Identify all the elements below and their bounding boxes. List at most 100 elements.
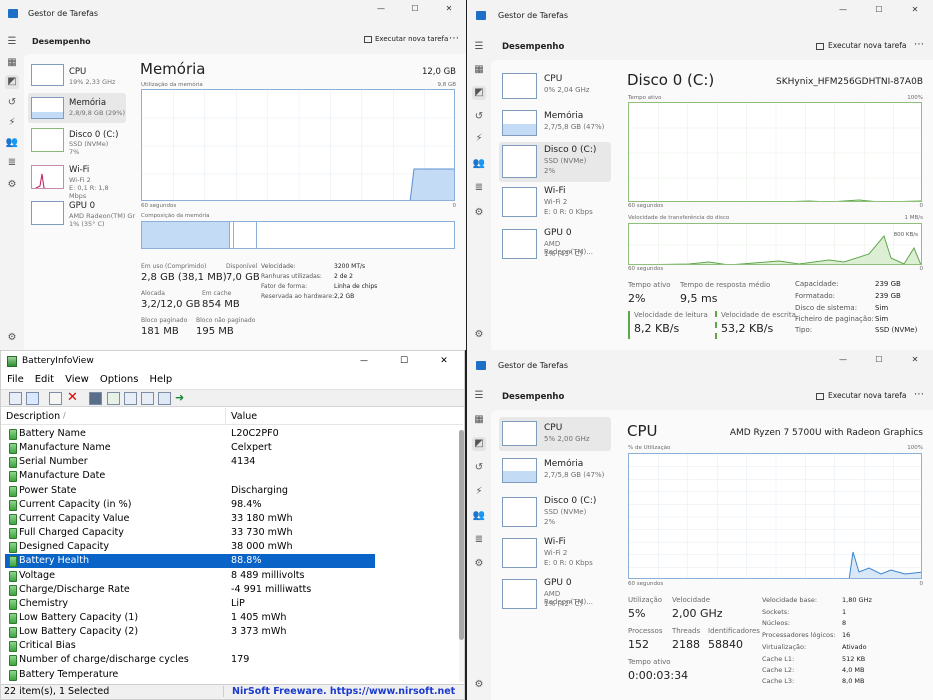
perf-item-label: Memória: [69, 98, 107, 108]
menu-file[interactable]: File: [1, 371, 29, 389]
more-options-button[interactable]: ⋯: [914, 389, 924, 400]
processes-icon[interactable]: ▦: [472, 63, 486, 77]
table-row[interactable]: Battery Temperature: [5, 668, 375, 682]
new-task-button[interactable]: Executar nova tarefa: [816, 391, 907, 400]
details-icon[interactable]: ≣: [472, 181, 486, 195]
close-button[interactable]: ✕: [424, 351, 464, 371]
batteryinfoview-window: BatteryInfoView — ☐ ✕ File Edit View Opt…: [0, 350, 465, 700]
html-report-icon[interactable]: [124, 392, 137, 405]
processes-icon[interactable]: ▦: [472, 413, 486, 427]
perf-item-wifi[interactable]: Wi-Fi Wi-Fi 2 E: 0 R: 0 Kbps: [499, 184, 611, 224]
minimize-button[interactable]: —: [344, 351, 384, 371]
settings-icon[interactable]: ⚙: [472, 328, 486, 342]
more-options-button[interactable]: ⋯: [449, 33, 459, 44]
battery-log-icon[interactable]: [26, 392, 39, 405]
vertical-scrollbar[interactable]: [459, 430, 464, 682]
hamburger-menu-icon[interactable]: ☰: [472, 389, 486, 403]
table-row[interactable]: Voltage 8 489 millivolts: [5, 569, 375, 583]
perf-item-gpu[interactable]: GPU 0 AMD Radeon(TM)... 1% (42° C): [499, 576, 611, 616]
perf-item-disk[interactable]: Disco 0 (C:) SSD (NVMe) 2%: [499, 142, 611, 182]
minimize-button[interactable]: —: [825, 350, 861, 370]
perf-item-memory[interactable]: Memória 2,8/9,8 GB (29%): [28, 93, 126, 123]
perf-item-memory[interactable]: Memória 2,7/5,8 GB (47%): [499, 105, 611, 141]
app-history-icon[interactable]: ↺: [472, 110, 486, 124]
new-task-button[interactable]: Executar nova tarefa: [364, 35, 448, 43]
close-button[interactable]: ✕: [432, 0, 466, 18]
startup-apps-icon[interactable]: ⚡: [472, 485, 486, 499]
perf-item-wifi[interactable]: Wi-Fi Wi-Fi 2 E: 0 R: 0 Kbps: [499, 535, 611, 575]
perf-item-gpu[interactable]: GPU 0 AMD Radeon(TM)... 1% (43° C): [499, 226, 611, 266]
perf-item-gpu[interactable]: GPU 0 AMD Radeon(TM) Gr 1% (35° C): [28, 198, 135, 232]
table-row[interactable]: Low Battery Capacity (2) 3 373 mWh: [5, 625, 375, 639]
save-icon[interactable]: [89, 392, 102, 405]
nirsoft-link[interactable]: NirSoft Freeware. https://www.nirsoft.ne…: [232, 686, 455, 697]
app-history-icon[interactable]: ↺: [472, 461, 486, 475]
maximize-button[interactable]: ☐: [861, 350, 897, 370]
table-row[interactable]: Chemistry LiP: [5, 597, 375, 611]
perf-item-cpu[interactable]: CPU 19% 2,33 GHz: [28, 62, 126, 92]
refresh-icon[interactable]: [49, 392, 62, 405]
processes-icon[interactable]: ▦: [5, 56, 19, 70]
settings-icon[interactable]: ⚙: [472, 678, 486, 692]
perf-item-wifi[interactable]: Wi-Fi Wi-Fi 2 E: 0,1 R: 1,8 Mbps: [28, 162, 126, 200]
select-columns-icon[interactable]: [141, 392, 154, 405]
copy-icon[interactable]: [107, 392, 120, 405]
column-value[interactable]: Value: [227, 408, 463, 425]
minimize-button[interactable]: —: [825, 0, 861, 20]
maximize-button[interactable]: ☐: [861, 0, 897, 20]
table-row[interactable]: Battery Name L20C2PF0: [5, 427, 375, 441]
scrollbar-thumb[interactable]: [459, 430, 464, 640]
services-icon[interactable]: ⚙: [472, 206, 486, 220]
properties-icon[interactable]: [9, 392, 22, 405]
services-icon[interactable]: ⚙: [472, 557, 486, 571]
column-description[interactable]: Description /: [1, 408, 226, 425]
maximize-button[interactable]: ☐: [398, 0, 432, 18]
exit-icon[interactable]: ➜: [175, 391, 184, 404]
details-icon[interactable]: ≣: [472, 533, 486, 547]
settings-icon[interactable]: ⚙: [5, 331, 19, 345]
minimize-button[interactable]: —: [364, 0, 398, 18]
new-task-button[interactable]: Executar nova tarefa: [816, 41, 907, 50]
services-icon[interactable]: ⚙: [5, 178, 19, 192]
performance-icon[interactable]: ◩: [472, 86, 486, 100]
table-row[interactable]: Battery Health 88.8%: [5, 554, 375, 569]
table-row[interactable]: Designed Capacity 38 000 mWh: [5, 540, 375, 554]
hamburger-menu-icon[interactable]: ☰: [5, 35, 19, 49]
perf-item-disk[interactable]: Disco 0 (C:) SSD (NVMe) 7%: [28, 125, 126, 159]
maximize-button[interactable]: ☐: [384, 351, 424, 371]
app-history-icon[interactable]: ↺: [5, 96, 19, 110]
users-icon[interactable]: 👥: [472, 509, 486, 523]
perf-item-cpu[interactable]: CPU 5% 2,00 GHz: [499, 417, 611, 451]
menu-edit[interactable]: Edit: [29, 371, 59, 389]
table-row[interactable]: Charge/Discharge Rate -4 991 milliwatts: [5, 583, 375, 597]
table-row[interactable]: Number of charge/discharge cycles 179: [5, 653, 375, 667]
table-row[interactable]: Manufacture Name Celxpert: [5, 441, 375, 455]
find-icon[interactable]: [158, 392, 171, 405]
menu-view[interactable]: View: [59, 371, 94, 389]
startup-apps-icon[interactable]: ⚡: [5, 116, 19, 130]
perf-item-cpu[interactable]: CPU 0% 2,04 GHz: [499, 68, 611, 104]
users-icon[interactable]: 👥: [472, 157, 486, 171]
perf-item-memory[interactable]: Memória 2,7/5,8 GB (47%): [499, 454, 611, 490]
menu-help[interactable]: Help: [143, 371, 177, 389]
table-row[interactable]: Current Capacity Value 33 180 mWh: [5, 512, 375, 526]
table-row[interactable]: Manufacture Date: [5, 469, 375, 483]
table-row[interactable]: Current Capacity (in %) 98.4%: [5, 498, 375, 512]
more-options-button[interactable]: ⋯: [914, 39, 924, 50]
performance-icon[interactable]: ◩: [472, 437, 486, 451]
table-row[interactable]: Serial Number 4134: [5, 455, 375, 469]
close-button[interactable]: ✕: [897, 0, 933, 20]
users-icon[interactable]: 👥: [5, 136, 19, 150]
details-icon[interactable]: ≣: [5, 156, 19, 170]
startup-apps-icon[interactable]: ⚡: [472, 132, 486, 146]
table-row[interactable]: Full Charged Capacity 33 730 mWh: [5, 526, 375, 540]
close-button[interactable]: ✕: [897, 350, 933, 370]
table-row[interactable]: Low Battery Capacity (1) 1 405 mWh: [5, 611, 375, 625]
performance-icon[interactable]: ◩: [5, 75, 19, 89]
perf-item-disk[interactable]: Disco 0 (C:) SSD (NVMe) 2%: [499, 494, 611, 534]
delete-icon[interactable]: ✕: [67, 390, 78, 405]
table-row[interactable]: Critical Bias: [5, 639, 375, 653]
hamburger-menu-icon[interactable]: ☰: [472, 40, 486, 54]
table-row[interactable]: Power State Discharging: [5, 484, 375, 498]
menu-options[interactable]: Options: [94, 371, 144, 389]
